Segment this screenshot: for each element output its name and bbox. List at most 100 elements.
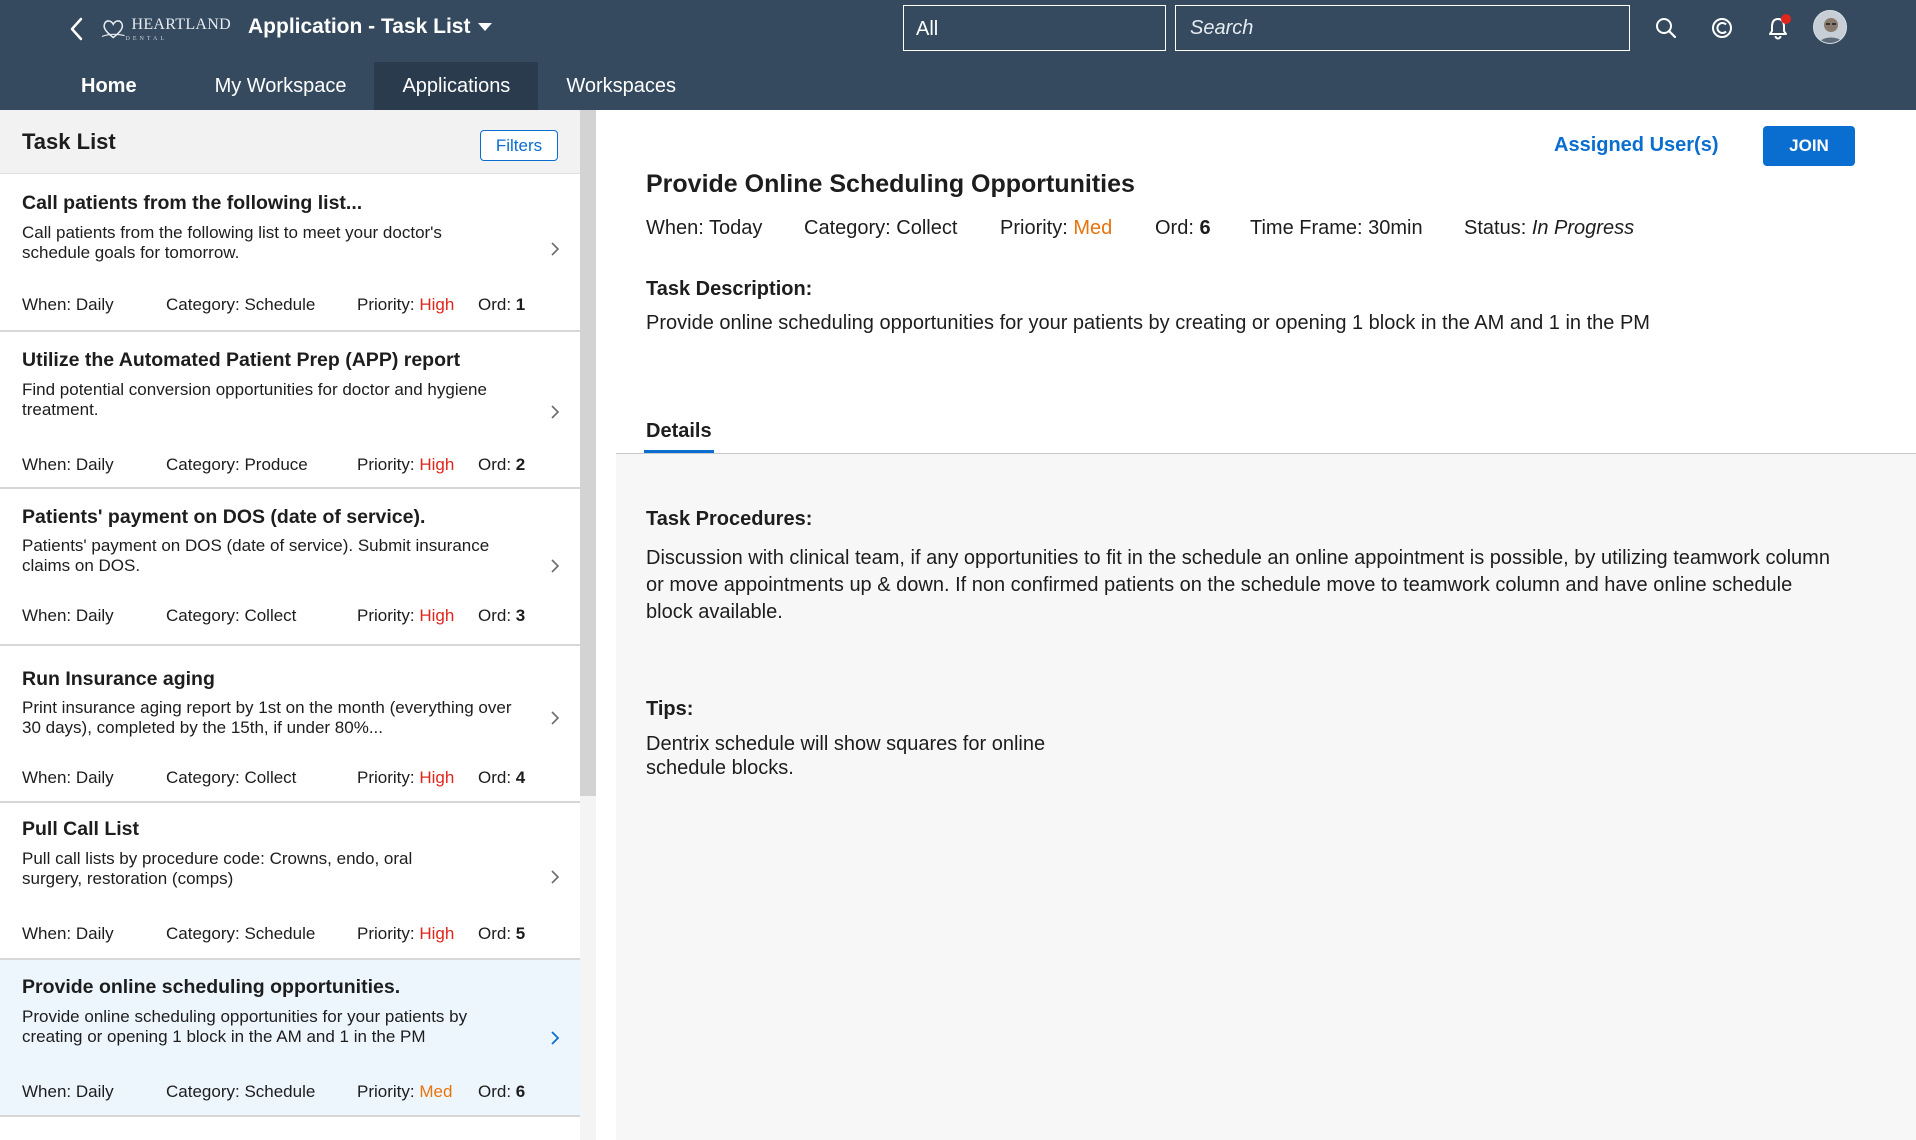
task-list-item[interactable]: Utilize the Automated Patient Prep (APP)… (0, 332, 580, 489)
notification-badge (1781, 14, 1791, 24)
user-photo-icon (1814, 11, 1846, 43)
copilot-icon[interactable] (1708, 14, 1736, 42)
search-input[interactable] (1175, 5, 1630, 51)
search-scope-select[interactable]: All (903, 5, 1166, 51)
list-scrollbar-thumb[interactable] (580, 110, 596, 796)
chevron-right-icon (551, 1031, 560, 1045)
task-when: When: Daily (22, 924, 114, 943)
task-when: When: Daily (22, 295, 114, 314)
task-priority: Priority: Med (357, 1082, 453, 1101)
task-priority: Priority: High (357, 924, 455, 943)
logo-subtext: DENTAL (125, 36, 167, 42)
task-list-item-selected[interactable]: Provide online scheduling opportunities.… (0, 960, 580, 1117)
task-list-title: Task List (22, 129, 116, 154)
nav-my-workspace[interactable]: My Workspace (187, 62, 375, 110)
task-ord: Ord: 3 (478, 606, 526, 625)
task-ord: Ord: 4 (478, 768, 526, 787)
detail-when: When: Today (646, 217, 763, 239)
task-description-text: Provide online scheduling opportunities … (646, 312, 1650, 334)
notification-bell-button[interactable] (1764, 14, 1792, 42)
tips-line: Dentrix schedule will show squares for o… (646, 733, 1046, 755)
procedures-line: block available. (646, 601, 783, 623)
task-category: Category: Collect (166, 606, 297, 625)
back-icon[interactable] (66, 14, 88, 44)
task-title: Provide online scheduling opportunities. (22, 976, 401, 998)
search-icon[interactable] (1652, 14, 1680, 42)
task-description: Provide online scheduling opportunities … (22, 1007, 468, 1046)
user-avatar[interactable] (1813, 10, 1847, 44)
task-description: Print insurance aging report by 1st on t… (22, 698, 512, 737)
task-title: Utilize the Automated Patient Prep (APP)… (22, 349, 461, 371)
chevron-right-icon (551, 870, 560, 884)
task-category: Category: Produce (166, 455, 308, 474)
procedures-line: Discussion with clinical team, if any op… (646, 547, 1830, 569)
procedures-line: or move appointments up & down. If non c… (646, 574, 1793, 596)
task-list-header: Task List Filters (0, 110, 580, 174)
chevron-right-icon (551, 242, 560, 256)
tips-line: schedule blocks. (646, 757, 794, 779)
tab-details[interactable]: Details (646, 420, 712, 443)
nav-workspaces[interactable]: Workspaces (538, 62, 704, 110)
caret-down-icon (478, 23, 493, 31)
chevron-right-icon (551, 405, 560, 419)
task-priority: Priority: High (357, 455, 455, 474)
task-procedures-text: Discussion with clinical team, if any op… (646, 545, 1886, 626)
detail-ord: Ord: 6 (1155, 217, 1211, 239)
detail-category: Category: Collect (804, 217, 958, 239)
task-when: When: Daily (22, 455, 114, 474)
task-description: Call patients from the following list to… (22, 223, 442, 262)
task-description: Pull call lists by procedure code: Crown… (22, 849, 413, 888)
detail-status: Status: In Progress (1464, 217, 1635, 239)
filters-button[interactable]: Filters (480, 130, 558, 161)
assigned-users-link[interactable]: Assigned User(s) (1554, 134, 1719, 157)
task-category: Category: Schedule (166, 1082, 316, 1101)
task-title: Pull Call List (22, 818, 140, 840)
task-title: Patients' payment on DOS (date of servic… (22, 506, 426, 528)
task-list-item[interactable]: Patients' payment on DOS (date of servic… (0, 489, 580, 646)
task-when: When: Daily (22, 606, 114, 625)
task-priority: Priority: High (357, 768, 455, 787)
task-when: When: Daily (22, 1082, 114, 1101)
chevron-right-icon (551, 711, 560, 725)
task-ord: Ord: 6 (478, 1082, 526, 1101)
task-when: When: Daily (22, 768, 114, 787)
logo-text: HEARTLAND (131, 16, 231, 33)
list-scrollbar-track[interactable] (580, 796, 596, 1140)
detail-time-frame: Time Frame: 30min (1250, 217, 1423, 239)
task-ord: Ord: 2 (478, 455, 526, 474)
task-list-item[interactable]: Pull Call List Pull call lists by proced… (0, 803, 580, 960)
top-navigation: Home My Workspace Applications Workspace… (0, 62, 704, 110)
task-title: Run Insurance aging (22, 668, 215, 690)
task-category: Category: Schedule (166, 924, 316, 943)
app-title-menu[interactable]: Application - Task List (248, 15, 493, 39)
detail-priority: Priority: Med (1000, 217, 1113, 239)
task-category: Category: Collect (166, 768, 297, 787)
task-ord: Ord: 5 (478, 924, 526, 943)
heartland-logo[interactable]: HEARTLAND DENTAL (101, 14, 231, 44)
tips-label: Tips: (646, 698, 694, 720)
task-procedures-label: Task Procedures: (646, 508, 813, 530)
app-title: Application - Task List (248, 15, 471, 38)
tips-text: Dentrix schedule will show squares for o… (646, 732, 1045, 780)
task-category: Category: Schedule (166, 295, 316, 314)
join-button[interactable]: JOIN (1763, 126, 1855, 166)
task-list-panel: Task List Filters Call patients from the… (0, 110, 580, 1140)
chevron-right-icon (551, 559, 560, 573)
shell-header: HEARTLAND DENTAL Application - Task List… (0, 0, 1916, 110)
task-priority: Priority: High (357, 606, 455, 625)
detail-header: Assigned User(s) JOIN Provide Online Sch… (616, 110, 1916, 454)
heart-logo-icon (101, 20, 125, 39)
task-ord: Ord: 1 (478, 295, 526, 314)
task-priority: Priority: High (357, 295, 455, 314)
task-detail-panel: Assigned User(s) JOIN Provide Online Sch… (616, 110, 1916, 1140)
nav-home[interactable]: Home (0, 62, 187, 110)
task-title: Call patients from the following list... (22, 192, 363, 214)
task-description: Patients' payment on DOS (date of servic… (22, 536, 490, 575)
task-list-item[interactable]: Run Insurance aging Print insurance agin… (0, 646, 580, 803)
nav-applications[interactable]: Applications (374, 62, 539, 110)
tab-divider (616, 453, 1916, 454)
task-list-item[interactable]: Call patients from the following list...… (0, 174, 580, 332)
detail-title: Provide Online Scheduling Opportunities (646, 170, 1135, 198)
task-description-label: Task Description: (646, 278, 813, 300)
task-description: Find potential conversion opportunities … (22, 380, 487, 419)
